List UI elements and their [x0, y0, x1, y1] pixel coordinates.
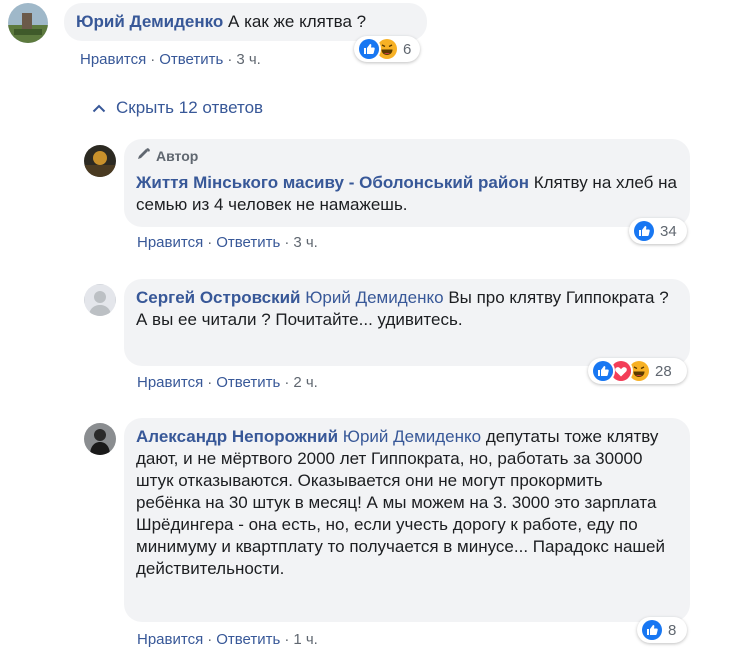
- like-icon: [632, 219, 656, 243]
- timestamp[interactable]: 1 ч.: [293, 631, 318, 648]
- pen-icon: [136, 145, 152, 167]
- reply-author[interactable]: Сергей Островский: [136, 288, 301, 307]
- like-button[interactable]: Нравится: [80, 51, 146, 68]
- reply-actions: Нравится · Ответить · 2 ч.: [137, 374, 318, 391]
- reply-bubble: Автор Життя Мінського масиву - Оболонськ…: [124, 139, 690, 227]
- like-icon: [357, 37, 381, 61]
- mention-link[interactable]: Юрий Демиденко: [305, 288, 443, 307]
- reply-bubble: Сергей Островский Юрий Демиденко Вы про …: [124, 279, 690, 366]
- reaction-count: 28: [655, 362, 672, 380]
- comment-text: А как же клятва ?: [228, 12, 367, 31]
- avatar[interactable]: [8, 3, 48, 43]
- reply-text: депутаты тоже клятву дают, и не мёртвого…: [136, 427, 666, 578]
- reactions-summary[interactable]: 6: [354, 36, 420, 62]
- reply-author[interactable]: Життя Мінського масиву - Оболонський рай…: [136, 173, 529, 192]
- reply-text: Вы про клятву Гиппократа ?: [448, 288, 669, 307]
- reaction-count: 6: [403, 40, 412, 58]
- author-badge: Автор: [136, 145, 678, 167]
- timestamp[interactable]: 3 ч.: [236, 51, 261, 68]
- reply-button[interactable]: Ответить: [159, 51, 223, 68]
- reactions-summary[interactable]: 8: [637, 617, 687, 643]
- reply-button[interactable]: Ответить: [216, 374, 280, 391]
- reaction-count: 34: [660, 222, 677, 240]
- reply-actions: Нравится · Ответить · 1 ч.: [137, 631, 318, 648]
- reactions-summary[interactable]: 34: [629, 218, 687, 244]
- timestamp[interactable]: 2 ч.: [293, 374, 318, 391]
- chevron-up-icon: [92, 98, 106, 118]
- reply-actions: Нравится · Ответить · 3 ч.: [137, 234, 318, 251]
- reactions-summary[interactable]: 28: [588, 358, 687, 384]
- like-button[interactable]: Нравится: [137, 374, 203, 391]
- like-button[interactable]: Нравится: [137, 631, 203, 648]
- like-icon: [640, 618, 664, 642]
- comment-actions: Нравится · Ответить · 3 ч.: [80, 51, 261, 68]
- like-icon: [591, 359, 615, 383]
- comment-author[interactable]: Юрий Демиденко: [76, 12, 223, 31]
- hide-replies-label: Скрыть 12 ответов: [116, 98, 264, 117]
- timestamp[interactable]: 3 ч.: [293, 234, 318, 251]
- author-badge-label: Автор: [156, 148, 199, 164]
- mention-link[interactable]: Юрий Демиденко: [343, 427, 481, 446]
- reply-bubble: Александр Непорожний Юрий Демиденко депу…: [124, 418, 690, 622]
- reaction-count: 8: [668, 621, 677, 639]
- avatar[interactable]: [84, 145, 116, 177]
- reply-text-line: А вы ее читали ? Почитайте... удивитесь.: [136, 310, 463, 329]
- avatar[interactable]: [84, 423, 116, 455]
- reply-author[interactable]: Александр Непорожний: [136, 427, 338, 446]
- hide-replies-link[interactable]: Скрыть 12 ответов: [92, 98, 263, 118]
- reply-button[interactable]: Ответить: [216, 234, 280, 251]
- reply-button[interactable]: Ответить: [216, 631, 280, 648]
- like-button[interactable]: Нравится: [137, 234, 203, 251]
- avatar[interactable]: [84, 284, 116, 316]
